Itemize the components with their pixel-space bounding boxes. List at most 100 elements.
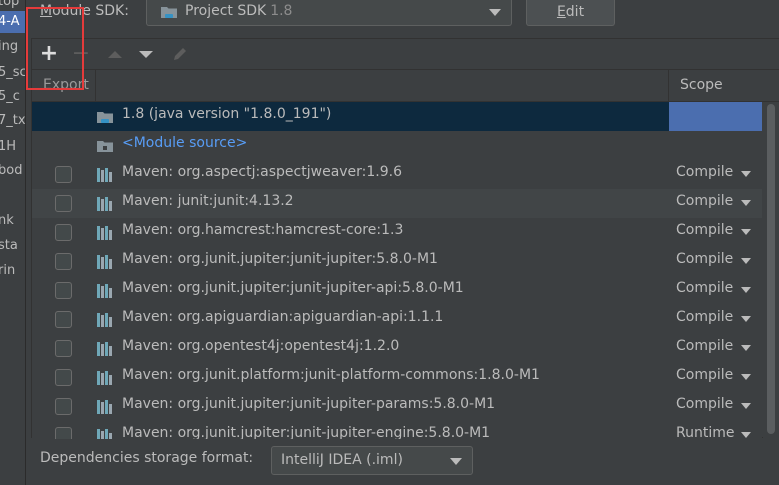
dependency-label: Maven: org.hamcrest:hamcrest-core:1.3	[122, 222, 404, 238]
dependency-label: Maven: org.opentest4j:opentest4j:1.2.0	[122, 338, 400, 354]
project-tree-item[interactable]: ing	[0, 36, 26, 58]
scope-dropdown[interactable]: Compile	[676, 164, 733, 180]
table-row[interactable]: Maven: org.junit.platform:junit-platform…	[32, 363, 762, 392]
library-icon	[97, 400, 113, 414]
storage-format-label: Dependencies storage format:	[40, 450, 254, 466]
export-column-header[interactable]: Export	[43, 77, 89, 93]
export-checkbox[interactable]	[55, 166, 72, 183]
dependencies-panel: + − Export Scope 1.8 (java version "1.8.…	[31, 38, 779, 439]
dependency-label: Maven: org.junit.jupiter:junit-jupiter-p…	[122, 396, 496, 412]
sdk-version: 1.8	[270, 3, 293, 19]
export-checkbox[interactable]	[55, 311, 72, 328]
edit-sdk-button[interactable]: Edit	[526, 0, 615, 26]
module-folder-icon	[97, 139, 113, 153]
library-icon	[97, 429, 113, 439]
project-tree-item[interactable]: bod	[0, 160, 26, 182]
scope-dropdown[interactable]: Compile	[676, 338, 733, 354]
scope-dropdown[interactable]: Compile	[676, 367, 733, 383]
table-header: Export Scope	[32, 70, 779, 102]
library-icon	[97, 226, 113, 240]
dependency-label: 1.8 (java version "1.8.0_191")	[122, 106, 332, 122]
dependency-label: Maven: org.apiguardian:apiguardian-api:1…	[122, 309, 444, 325]
table-row[interactable]: Maven: org.junit.jupiter:junit-jupiter-a…	[32, 276, 762, 305]
chevron-down-icon	[741, 287, 751, 293]
dependency-label: Maven: org.junit.platform:junit-platform…	[122, 367, 540, 383]
chevron-down-icon	[741, 345, 751, 351]
scope-dropdown[interactable]: Compile	[676, 251, 733, 267]
chevron-down-icon	[450, 458, 462, 465]
table-row[interactable]: Maven: org.junit.jupiter:junit-jupiter-p…	[32, 392, 762, 421]
project-tree-item[interactable]: 5_c	[0, 86, 26, 108]
jdk-folder-icon	[97, 110, 113, 124]
module-source-label: <Module source>	[122, 135, 248, 151]
dependencies-table: 1.8 (java version "1.8.0_191") <Module so…	[32, 102, 762, 439]
export-checkbox[interactable]	[55, 427, 72, 439]
storage-format-dropdown[interactable]: IntelliJ IDEA (.iml)	[271, 446, 473, 475]
export-checkbox[interactable]	[55, 282, 72, 299]
table-scrollbar[interactable]	[763, 102, 779, 439]
library-icon	[97, 168, 113, 182]
chevron-down-icon	[741, 229, 751, 235]
export-checkbox[interactable]	[55, 398, 72, 415]
scope-dropdown[interactable]: Compile	[676, 396, 733, 412]
scope-dropdown[interactable]: Compile	[676, 222, 733, 238]
edit-pencil-icon[interactable]	[169, 43, 191, 65]
project-tree-item[interactable]: 1H	[0, 136, 26, 158]
plus-icon[interactable]: +	[38, 43, 60, 65]
table-row[interactable]: Maven: org.hamcrest:hamcrest-core:1.3 Com…	[32, 218, 762, 247]
chevron-down-icon	[741, 432, 751, 438]
chevron-down-icon	[741, 171, 751, 177]
storage-format-value: IntelliJ IDEA (.iml)	[281, 452, 403, 468]
table-row[interactable]: Maven: org.opentest4j:opentest4j:1.2.0 Co…	[32, 334, 762, 363]
scope-dropdown[interactable]: Compile	[676, 309, 733, 325]
export-checkbox[interactable]	[55, 369, 72, 386]
chevron-down-icon	[741, 200, 751, 206]
scope-dropdown[interactable]: Compile	[676, 280, 733, 296]
project-tree-item[interactable]: 4-A	[0, 11, 26, 33]
export-checkbox[interactable]	[55, 253, 72, 270]
scope-dropdown[interactable]: Runtime	[676, 425, 734, 439]
export-checkbox[interactable]	[55, 224, 72, 241]
chevron-down-icon	[741, 258, 751, 264]
project-tree-item[interactable]: 7_tx	[0, 110, 26, 132]
left-divider	[25, 0, 26, 485]
project-tree-item[interactable]: sta	[0, 235, 26, 257]
sdk-value: Project SDK	[185, 3, 267, 19]
table-row[interactable]: Maven: org.junit.jupiter:junit-jupiter:5…	[32, 247, 762, 276]
library-icon	[97, 371, 113, 385]
scrollbar-thumb[interactable]	[767, 104, 775, 434]
export-checkbox[interactable]	[55, 195, 72, 212]
library-icon	[97, 313, 113, 327]
table-row[interactable]: 1.8 (java version "1.8.0_191")	[32, 102, 762, 131]
module-sdk-label: Module SDK:	[40, 3, 129, 19]
table-row[interactable]: Maven: org.apiguardian:apiguardian-api:1…	[32, 305, 762, 334]
chevron-down-icon	[489, 9, 501, 16]
project-tree-item[interactable]: 5_sc	[0, 62, 26, 84]
minus-icon[interactable]: −	[70, 43, 92, 65]
library-icon	[97, 342, 113, 356]
scope-column-header[interactable]: Scope	[680, 77, 723, 93]
dependency-label: Maven: junit:junit:4.13.2	[122, 193, 294, 209]
module-sdk-dropdown[interactable]: Project SDK 1.8	[146, 0, 512, 26]
scope-dropdown[interactable]: Compile	[676, 193, 733, 209]
table-row[interactable]: Maven: org.junit.jupiter:junit-jupiter-e…	[32, 421, 762, 439]
dependency-label: Maven: org.junit.jupiter:junit-jupiter-a…	[122, 280, 464, 296]
export-checkbox[interactable]	[55, 340, 72, 357]
dependency-label: Maven: org.aspectj:aspectjweaver:1.9.6	[122, 164, 403, 180]
dependency-label: Maven: org.junit.jupiter:junit-jupiter-e…	[122, 425, 491, 439]
table-row[interactable]: <Module source>	[32, 131, 762, 160]
library-icon	[97, 255, 113, 269]
library-icon	[97, 284, 113, 298]
table-row[interactable]: Maven: junit:junit:4.13.2 Compile	[32, 189, 762, 218]
chevron-down-icon	[741, 374, 751, 380]
project-tree-item[interactable]: rin	[0, 260, 26, 282]
move-down-icon[interactable]	[135, 43, 157, 65]
project-tree-strip: top 4-A ing 5_sc 5_c 7_tx 1H bod nk sta rin	[0, 0, 26, 485]
chevron-down-icon	[741, 403, 751, 409]
chevron-down-icon	[741, 316, 751, 322]
dependency-label: Maven: org.junit.jupiter:junit-jupiter:5…	[122, 251, 438, 267]
move-up-icon[interactable]	[104, 43, 126, 65]
project-tree-item[interactable]: nk	[0, 210, 26, 232]
folder-icon	[161, 5, 177, 19]
table-row[interactable]: Maven: org.aspectj:aspectjweaver:1.9.6 Co…	[32, 160, 762, 189]
